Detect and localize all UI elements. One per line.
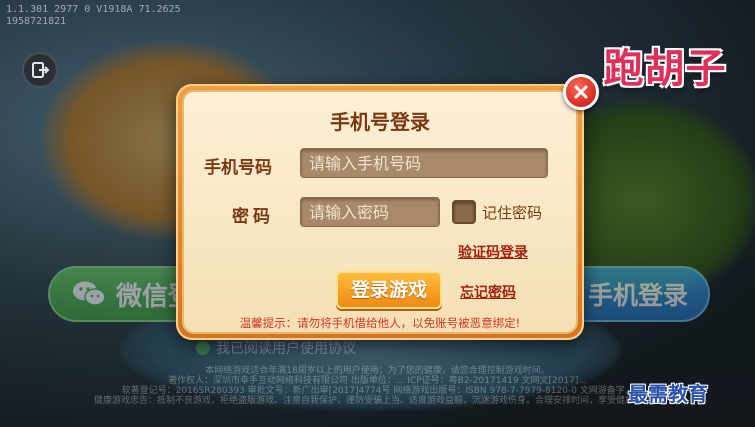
dialog-body: 手机号登录 手机号码 密码 记住密码 验证码登录 登录游戏 忘记密码 温馨提示：… xyxy=(182,90,578,334)
remember-password-toggle[interactable]: 记住密码 xyxy=(452,200,542,224)
close-icon xyxy=(574,85,588,99)
version-line-1: 1.1.301 2977 0 V1918A 71.2625 xyxy=(6,4,181,15)
checkbox-icon[interactable] xyxy=(452,200,476,224)
watermark-text: 最需教育 xyxy=(628,382,708,406)
version-line-2: 1958721821 xyxy=(6,16,67,27)
version-info: 1.1.301 2977 0 V1918A 71.2625 1958721821 xyxy=(6,4,181,28)
game-logo-text: 跑胡子 xyxy=(603,46,727,92)
forgot-password-link[interactable]: 忘记密码 xyxy=(460,282,516,302)
exit-button[interactable] xyxy=(22,52,58,88)
agreement-text: 我已阅读用户使用协议 xyxy=(216,341,356,357)
phone-number-input[interactable] xyxy=(300,148,548,178)
warm-tip: 温馨提示：请勿将手机借给他人，以免账号被恶意绑定! xyxy=(239,316,521,330)
phone-login-dialog: 手机号登录 手机号码 密码 记住密码 验证码登录 登录游戏 忘记密码 温馨提示：… xyxy=(176,84,584,340)
phone-number-label: 手机号码 xyxy=(204,158,272,178)
remember-password-label: 记住密码 xyxy=(482,203,543,222)
wechat-icon xyxy=(73,281,106,306)
phone-login-label: 手机登录 xyxy=(588,281,689,310)
login-game-button[interactable]: 登录游戏 xyxy=(336,271,442,309)
game-logo: 跑胡子 xyxy=(580,36,750,94)
password-label: 密码 xyxy=(232,207,274,227)
close-dialog-button[interactable] xyxy=(563,74,599,110)
agreement-row[interactable]: 我已阅读用户使用协议 xyxy=(196,338,356,358)
dialog-title: 手机号登录 xyxy=(330,110,430,134)
code-login-link[interactable]: 验证码登录 xyxy=(458,242,528,262)
exit-icon xyxy=(32,62,50,78)
agreement-checkbox[interactable] xyxy=(196,341,210,355)
footer-line-1: 本网络游戏适合年满18周岁以上的用户使用；为了您的健康，请您合理控制游戏时间。 xyxy=(205,366,550,376)
password-input[interactable] xyxy=(300,197,440,227)
